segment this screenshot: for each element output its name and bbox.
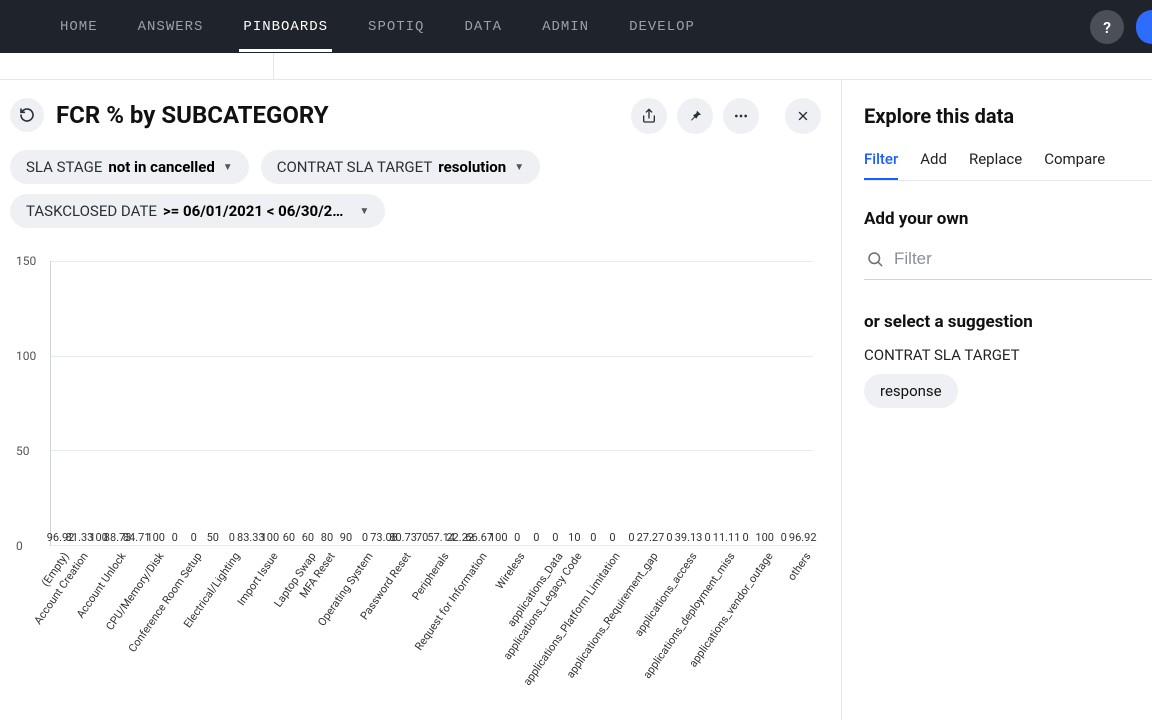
y-tick-label: 100 (16, 349, 36, 363)
suggestion-response[interactable]: response (864, 374, 958, 408)
tab-filter[interactable]: Filter (864, 150, 898, 180)
bar-value-label: 11.11 (713, 531, 741, 544)
top-navbar: HOME ANSWERS PINBOARDS SPOTIQ DATA ADMIN… (0, 0, 1152, 53)
bar-value-label: 0 (191, 531, 197, 544)
sub-toolbar (0, 53, 1152, 80)
bar-value-label: 0 (743, 531, 749, 544)
bar-value-label: 0 (704, 531, 710, 544)
bar-value-label: 90 (340, 531, 352, 544)
x-tick: others (794, 550, 811, 680)
pin-icon (687, 108, 703, 124)
add-your-own-heading: Add your own (864, 209, 1152, 229)
bar-value-label: 100 (755, 531, 774, 544)
or-select-heading: or select a suggestion (864, 312, 1152, 332)
close-icon (796, 109, 810, 123)
bar-value-label: 0 (666, 531, 672, 544)
bar-value-label: 0 (533, 531, 539, 544)
more-button[interactable] (723, 98, 759, 134)
share-icon (641, 108, 657, 124)
bar-value-label: 100 (146, 531, 165, 544)
x-tick: applications_vendor_outage (756, 550, 773, 680)
y-tick-label: 150 (16, 254, 36, 268)
nav-spotiq[interactable]: SPOTIQ (364, 2, 428, 52)
chart-panel: FCR % by SUBCATEGORY SLA STAGE not i (0, 80, 842, 720)
tab-compare[interactable]: Compare (1044, 150, 1105, 180)
y-tick-label: 50 (16, 444, 30, 458)
nav-answers[interactable]: ANSWERS (134, 2, 208, 52)
bar-value-label: 80 (321, 531, 333, 544)
nav-home[interactable]: HOME (56, 2, 102, 52)
bar-value-label: 39.13 (675, 531, 703, 544)
bar-value-label: 0 (362, 531, 368, 544)
bar-value-label: 100 (489, 531, 508, 544)
bar-value-label: 60 (302, 531, 314, 544)
chevron-down-icon: ▼ (223, 162, 233, 173)
filter-sla-stage[interactable]: SLA STAGE not in cancelled ▼ (10, 150, 249, 184)
filter-label: TASKCLOSED DATE (26, 202, 157, 220)
x-tick: Request for Information (471, 550, 488, 680)
explore-title: Explore this data (864, 104, 1152, 128)
tab-add[interactable]: Add (920, 150, 947, 180)
nav-develop[interactable]: DEVELOP (625, 2, 699, 52)
nav-data[interactable]: DATA (460, 2, 506, 52)
x-tick: Import Issue (261, 550, 278, 680)
bar-value-label: 0 (609, 531, 615, 544)
filter-sla-target[interactable]: CONTRAT SLA TARGET resolution ▼ (261, 150, 540, 184)
filter-input[interactable] (894, 249, 1150, 269)
bar-value-label: 0 (590, 531, 596, 544)
explore-tabs: Filter Add Replace Compare (864, 150, 1152, 181)
bar-value-label: 96.92 (789, 531, 817, 544)
avatar[interactable] (1136, 10, 1152, 44)
bar-value-label: 60 (283, 531, 295, 544)
help-button[interactable]: ? (1090, 10, 1124, 44)
share-button[interactable] (631, 98, 667, 134)
bar-value-label: 80.73 (389, 531, 417, 544)
more-icon (733, 108, 749, 124)
bar-value-label: 27.27 (637, 531, 665, 544)
filter-value: not in cancelled (108, 158, 214, 176)
explore-panel: Explore this data Filter Add Replace Com… (842, 80, 1152, 720)
question-icon: ? (1103, 18, 1111, 37)
chevron-down-icon: ▼ (514, 162, 524, 173)
x-tick: Password Reset (395, 550, 412, 680)
bar-value-label: 50 (207, 531, 219, 544)
x-tick: Electrical/Lighting (223, 550, 240, 680)
bar-value-label: 10 (568, 531, 580, 544)
filter-taskclosed-date[interactable]: TASKCLOSED DATE >= 06/01/2021 < 06/30/2…… (10, 194, 385, 228)
filter-pills: SLA STAGE not in cancelled ▼ CONTRAT SLA… (10, 150, 821, 184)
close-button[interactable] (785, 98, 821, 134)
tab-replace[interactable]: Replace (969, 150, 1022, 180)
bar-value-label: 0 (628, 531, 634, 544)
nav-items: HOME ANSWERS PINBOARDS SPOTIQ DATA ADMIN… (56, 2, 699, 52)
page-title: FCR % by SUBCATEGORY (56, 101, 329, 129)
nav-admin[interactable]: ADMIN (538, 2, 593, 52)
refresh-button[interactable] (10, 98, 44, 132)
filter-input-wrap (864, 243, 1152, 280)
bar-value-label: 0 (781, 531, 787, 544)
nav-pinboards[interactable]: PINBOARDS (239, 2, 332, 52)
filter-label: CONTRAT SLA TARGET (277, 158, 433, 176)
bar-value-label: 0 (229, 531, 235, 544)
bar-value-label: 0 (172, 531, 178, 544)
bar-value-label: 0 (552, 531, 558, 544)
filter-value: resolution (438, 158, 506, 176)
y-tick-label: 0 (16, 539, 23, 553)
search-icon (866, 250, 884, 268)
bar-chart: 96.9281.3310088.7384.711000050083.331006… (10, 246, 821, 686)
suggestion-category: CONTRAT SLA TARGET (864, 346, 1152, 364)
bar-value-label: 100 (261, 531, 280, 544)
bar-value-label: 0 (514, 531, 520, 544)
refresh-icon (19, 107, 35, 123)
filter-label: SLA STAGE (26, 158, 102, 176)
filter-pills-row2: TASKCLOSED DATE >= 06/01/2021 < 06/30/2…… (10, 194, 821, 228)
pin-button[interactable] (677, 98, 713, 134)
chevron-down-icon: ▼ (359, 206, 369, 217)
filter-value: >= 06/01/2021 < 06/30/2… (163, 202, 343, 220)
vertical-divider (273, 53, 274, 79)
